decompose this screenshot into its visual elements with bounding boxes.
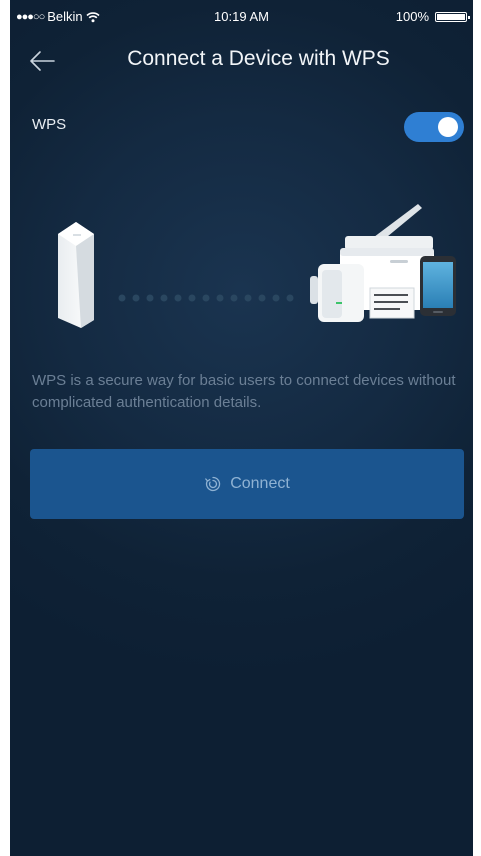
wps-description: WPS is a secure way for basic users to c…	[32, 372, 456, 411]
router-node-icon	[58, 222, 94, 328]
wps-label: WPS	[32, 116, 67, 133]
page-title: Connect a Device with WPS	[127, 47, 390, 70]
battery-icon	[435, 11, 470, 22]
wps-icon	[205, 476, 221, 492]
status-bar: ●●●○○ Belkin 10:19 AM 100%	[10, 0, 473, 30]
connection-dots	[118, 294, 294, 302]
battery-level	[437, 13, 465, 20]
battery-info: 100%	[395, 9, 470, 24]
connect-button[interactable]: Connect	[30, 449, 464, 519]
wps-setting-row: WPS	[10, 106, 473, 146]
wps-illustration	[58, 204, 456, 328]
wps-devices-icon	[310, 204, 456, 322]
toggle-knob	[438, 117, 458, 137]
battery-nub	[468, 15, 470, 19]
nav-header: Connect a Device with WPS	[10, 36, 473, 86]
battery-percent: 100%	[395, 9, 429, 24]
connect-button-label: Connect	[230, 475, 290, 492]
app-screen: ●●●○○ Belkin 10:19 AM 100% Connect a Dev…	[10, 0, 473, 856]
wps-toggle[interactable]	[404, 112, 464, 142]
